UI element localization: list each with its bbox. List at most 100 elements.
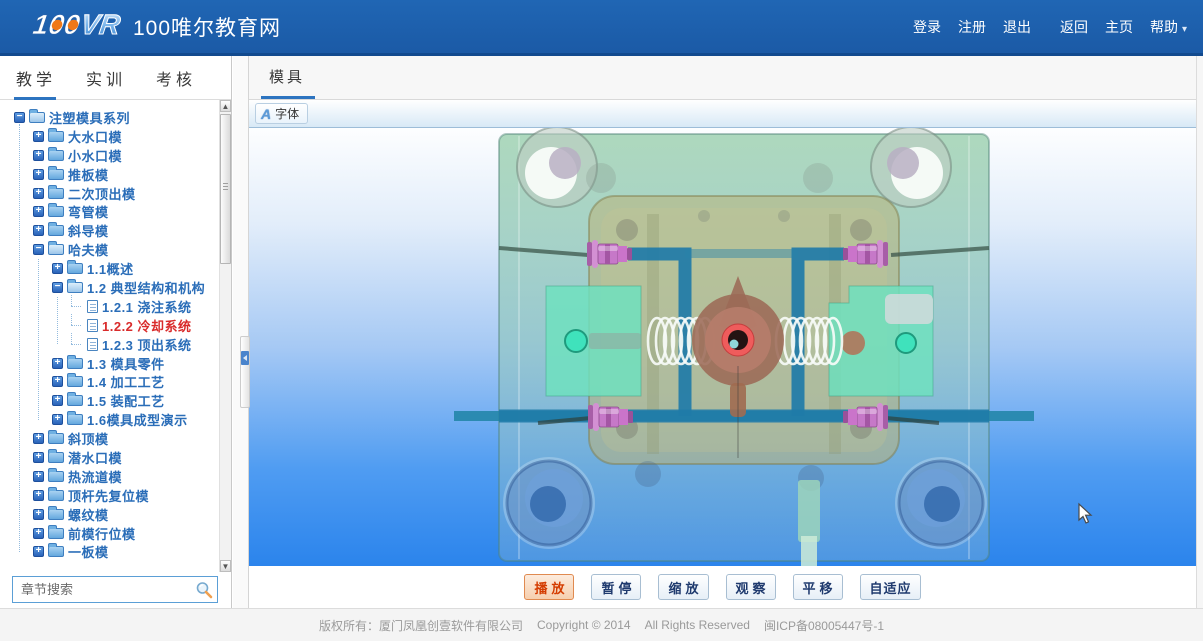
logo-100vr-icon[interactable]: 100 VR <box>28 4 123 49</box>
tree-item-label[interactable]: 1.3 模具零件 <box>87 354 165 373</box>
tree-item[interactable]: + 推板模 <box>0 165 219 184</box>
tree-item-label[interactable]: 大水口模 <box>68 127 122 146</box>
expand-plus-icon[interactable]: + <box>33 452 44 463</box>
tree-item[interactable]: + 热流道模 <box>0 467 219 486</box>
font-button[interactable]: A 字体 <box>255 103 308 124</box>
tree-item[interactable]: + 斜顶模 <box>0 429 219 448</box>
tree-item[interactable]: − 注塑模具系列 <box>0 108 219 127</box>
tree-item[interactable]: +1.1概述 <box>0 259 219 278</box>
tree-item-label[interactable]: 1.2 典型结构和机构 <box>87 278 205 297</box>
tree-item-label[interactable]: 斜顶模 <box>68 429 109 448</box>
tree-item[interactable]: + 螺纹模 <box>0 505 219 524</box>
tree-item[interactable]: 1.2.3 顶出系统 <box>0 335 219 354</box>
tree-item-label[interactable]: 热流道模 <box>68 467 122 486</box>
tree-item[interactable]: + 二次顶出模 <box>0 184 219 203</box>
expand-plus-icon[interactable]: + <box>33 546 44 557</box>
tree-item-label[interactable]: 1.4 加工工艺 <box>87 372 165 391</box>
tree-item[interactable]: + 前模行位模 <box>0 524 219 543</box>
expand-plus-icon[interactable]: + <box>33 471 44 482</box>
nav-link-1[interactable]: 登录 <box>913 17 941 37</box>
expand-plus-icon[interactable]: + <box>33 131 44 142</box>
expand-minus-icon[interactable]: − <box>14 112 25 123</box>
tree-item-label[interactable]: 1.1概述 <box>87 259 134 278</box>
tree-item[interactable]: + 一板模 <box>0 542 219 561</box>
tree-item-label[interactable]: 螺纹模 <box>68 505 109 524</box>
expand-plus-icon[interactable]: + <box>52 376 63 387</box>
sidebar-tab-1[interactable]: 教学 <box>14 57 58 99</box>
collapse-left-icon[interactable] <box>241 351 249 365</box>
control-button-5[interactable]: 平移 <box>793 574 843 600</box>
tree-item-label[interactable]: 哈夫模 <box>68 240 109 259</box>
mold-3d-model[interactable] <box>249 128 1197 566</box>
viewer-3d[interactable] <box>249 128 1197 566</box>
tree-item[interactable]: 1.2.2 冷却系统 <box>0 316 219 335</box>
control-button-4[interactable]: 观察 <box>726 574 776 600</box>
tree-item[interactable]: + 斜导模 <box>0 221 219 240</box>
control-button-6[interactable]: 自适应 <box>860 574 921 600</box>
tree-item[interactable]: + 大水口模 <box>0 127 219 146</box>
expand-plus-icon[interactable]: + <box>33 150 44 161</box>
expand-plus-icon[interactable]: + <box>52 263 63 274</box>
expand-plus-icon[interactable]: + <box>33 490 44 501</box>
tree-item[interactable]: +1.4 加工工艺 <box>0 372 219 391</box>
tree-scrollbar[interactable]: ▲ ▼ <box>219 100 231 572</box>
tree-item[interactable]: +1.5 装配工艺 <box>0 391 219 410</box>
folder-icon <box>48 433 64 444</box>
tree-item-label[interactable]: 潜水口模 <box>68 448 122 467</box>
tree-item[interactable]: + 弯管模 <box>0 202 219 221</box>
expand-plus-icon[interactable]: + <box>33 528 44 539</box>
tree-item-label[interactable]: 1.6模具成型演示 <box>87 410 188 429</box>
tree-item[interactable]: + 顶杆先复位模 <box>0 486 219 505</box>
scroll-down-icon[interactable]: ▼ <box>220 560 231 572</box>
tree-item-label[interactable]: 1.5 装配工艺 <box>87 391 165 410</box>
nav-link-4[interactable]: 返回 <box>1060 17 1088 37</box>
nav-link-2[interactable]: 注册 <box>958 17 986 37</box>
nav-link-6[interactable]: 帮助▾ <box>1150 17 1187 37</box>
expand-plus-icon[interactable]: + <box>33 509 44 520</box>
tree-item-label[interactable]: 前模行位模 <box>68 524 136 543</box>
tree-item-label[interactable]: 推板模 <box>68 165 109 184</box>
scroll-up-icon[interactable]: ▲ <box>220 100 231 112</box>
search-icon[interactable] <box>195 581 213 599</box>
nav-link-3[interactable]: 退出 <box>1003 17 1031 37</box>
tree-item-label[interactable]: 注塑模具系列 <box>49 108 130 127</box>
expand-plus-icon[interactable]: + <box>33 225 44 236</box>
tree-item-label[interactable]: 斜导模 <box>68 221 109 240</box>
tree-item[interactable]: + 潜水口模 <box>0 448 219 467</box>
expand-plus-icon[interactable]: + <box>52 395 63 406</box>
expand-plus-icon[interactable]: + <box>33 169 44 180</box>
tree-item[interactable]: − 哈夫模 <box>0 240 219 259</box>
collapse-grip[interactable] <box>240 336 250 408</box>
expand-minus-icon[interactable]: − <box>33 244 44 255</box>
sidebar-tab-2[interactable]: 实训 <box>84 57 128 99</box>
expand-plus-icon[interactable]: + <box>33 188 44 199</box>
tree-item[interactable]: 1.2.1 浇注系统 <box>0 297 219 316</box>
nav-link-5[interactable]: 主页 <box>1105 17 1133 37</box>
tree-item[interactable]: +1.6模具成型演示 <box>0 410 219 429</box>
tree-item-label[interactable]: 二次顶出模 <box>68 184 136 203</box>
expand-minus-icon[interactable]: − <box>52 282 63 293</box>
tree-item-label[interactable]: 弯管模 <box>68 202 109 221</box>
expand-plus-icon[interactable]: + <box>33 206 44 217</box>
guide-bushing-bottom-left <box>503 457 595 549</box>
tree-item[interactable]: + 小水口模 <box>0 146 219 165</box>
tree-item[interactable]: − 1.2 典型结构和机构 <box>0 278 219 297</box>
sidebar-tab-3[interactable]: 考核 <box>154 57 198 99</box>
chapter-search-input[interactable] <box>21 582 195 597</box>
tree-item-label[interactable]: 顶杆先复位模 <box>68 486 149 505</box>
tree-item[interactable]: +1.3 模具零件 <box>0 354 219 373</box>
tree-item-label[interactable]: 1.2.3 顶出系统 <box>102 335 192 354</box>
tree-item-label[interactable]: 小水口模 <box>68 146 122 165</box>
expand-plus-icon[interactable]: + <box>52 358 63 369</box>
scrollbar-thumb[interactable] <box>220 114 231 264</box>
tree-item-label[interactable]: 1.2.1 浇注系统 <box>102 297 192 316</box>
expand-plus-icon[interactable]: + <box>52 414 63 425</box>
tab-mold[interactable]: 模具 <box>269 56 305 99</box>
sidebar: 教学实训考核 − 注塑模具系列 + 大水口模 + 小水口模 + 推板模 + 二次顶出模 + 弯管模 + 斜… <box>0 56 232 608</box>
control-button-1[interactable]: 播放 <box>524 574 574 600</box>
tree-item-label[interactable]: 1.2.2 冷却系统 <box>102 316 192 335</box>
control-button-3[interactable]: 缩放 <box>658 574 708 600</box>
control-button-2[interactable]: 暂停 <box>591 574 641 600</box>
tree-item-label[interactable]: 一板模 <box>68 542 109 561</box>
expand-plus-icon[interactable]: + <box>33 433 44 444</box>
